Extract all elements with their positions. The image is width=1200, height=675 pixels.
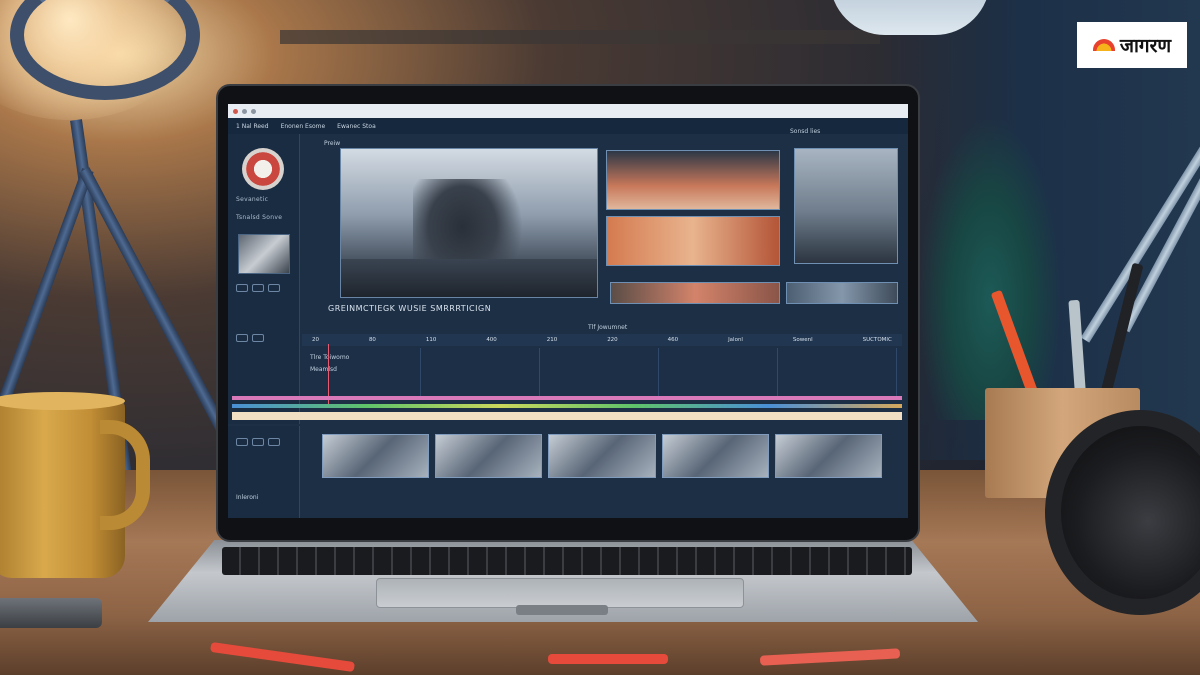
control-icon[interactable] [236,284,248,292]
control-icon[interactable] [268,438,280,446]
clip-thumbnail[interactable] [322,434,430,478]
menu-item[interactable]: 1 Nal Reed [236,123,269,130]
phone [0,598,102,628]
publisher-logo-text: जागरण [1119,35,1172,57]
laptop-keyboard [222,547,912,575]
app-label: Sevanetic [236,196,269,203]
laptop-notch [516,605,608,615]
playhead[interactable] [328,344,329,404]
menu-item[interactable]: Ewanec Stoa [337,123,376,130]
ruler-mark: 110 [425,337,437,343]
pencil [548,654,668,664]
track-label: Meamlsd [310,366,337,373]
preview-label: Preiw [324,140,341,147]
audio-track-pink[interactable] [232,396,902,400]
bin-controls [236,438,280,446]
ruler-mark: 20 [312,337,319,343]
preview-thumbnail[interactable] [606,216,780,266]
audio-track-cream[interactable] [232,412,902,420]
sidebar-sub-label: Tsnalsd Sonve [236,214,283,221]
app-logo-icon [242,148,284,190]
timeline: 20 80 110 400 210 220 460 Jalonl Sowenl … [228,326,908,518]
laptop-trackpad [376,578,744,608]
video-editor-screen: 1 Nal Reed Enonen Esome Ewanec Stoa Seva… [228,104,908,518]
control-icon[interactable] [252,438,264,446]
clip-thumbnail[interactable] [661,434,769,478]
audio-track-multi[interactable] [232,404,902,408]
ruler-mark: SUCTOMIC [862,337,892,343]
main-preview-monitor[interactable] [340,148,598,298]
preview-thumbnail[interactable] [606,150,780,210]
track-label: Tlre Toiwomo [310,354,350,361]
close-dot-icon[interactable] [233,108,238,114]
clip-thumbnail[interactable] [774,434,883,478]
minimize-dot-icon[interactable] [242,108,247,114]
preview-thumbnail[interactable] [794,148,898,264]
menu-item[interactable]: Enonen Esome [281,123,326,130]
background-shelf [280,30,880,44]
clip-strip [302,434,902,478]
sidebar-controls [236,284,280,292]
clip-thumbnail[interactable] [435,434,543,478]
media-thumbnail[interactable] [238,234,290,274]
clip-bin-panel: Inleroni [228,426,300,518]
window-titlebar [228,104,908,118]
video-track[interactable]: Tlre Toiwomo Meamlsd [302,348,902,396]
bin-label: Inleroni [236,494,259,501]
control-icon[interactable] [268,284,280,292]
ruler-mark: 460 [667,337,679,343]
clip-thumbnail[interactable] [548,434,656,478]
zoom-dot-icon[interactable] [251,108,256,114]
preview-ground [341,259,597,297]
ruler-mark: Jalonl [728,337,743,343]
ruler-mark: 220 [607,337,618,343]
right-panel-label: Sonsd lies [790,128,821,135]
ruler-mark: 80 [368,337,376,343]
control-icon[interactable] [236,438,248,446]
sun-logo-icon [1092,39,1115,51]
control-icon[interactable] [252,284,264,292]
ruler-mark: Sowenl [792,337,813,343]
ruler-mark: 400 [486,337,497,343]
preview-thumbnail[interactable] [610,282,780,304]
preview-thumbnail[interactable] [786,282,898,304]
ruler-mark: 210 [546,337,558,343]
timeline-ruler: 20 80 110 400 210 220 460 Jalonl Sowenl … [302,334,902,346]
publisher-logo: जागरण [1077,22,1187,68]
plant [920,120,1060,420]
preview-caption: GREINMCTIEGK WUSIE SMRRRTICIGN [328,304,492,313]
